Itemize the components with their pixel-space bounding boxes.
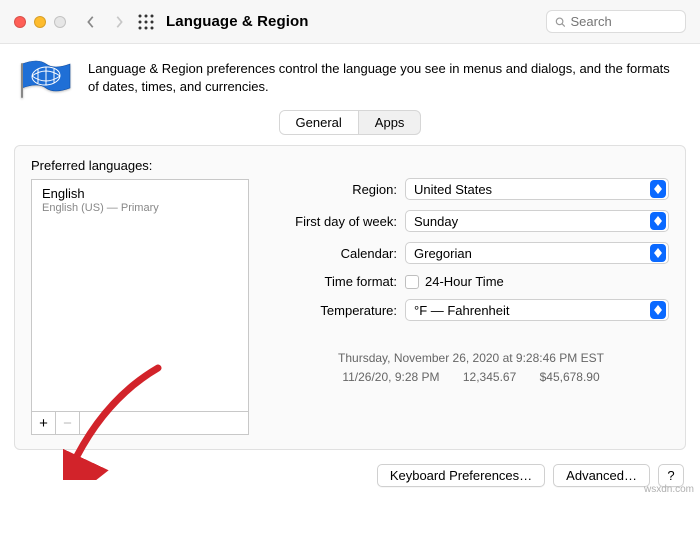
language-detail: English (US) — Primary: [42, 202, 238, 214]
calendar-label: Calendar:: [273, 246, 405, 261]
24-hour-checkbox[interactable]: [405, 275, 419, 289]
first-day-select[interactable]: Sunday: [405, 210, 669, 232]
tab-apps[interactable]: Apps: [359, 111, 421, 134]
format-example: Thursday, November 26, 2020 at 9:28:46 P…: [273, 349, 669, 387]
search-icon: [555, 16, 565, 28]
nav-arrows: [84, 15, 126, 29]
settings-panel: Preferred languages: English English (US…: [14, 145, 686, 450]
watermark: wsxdn.com: [644, 484, 694, 495]
preferred-languages-label: Preferred languages:: [31, 158, 249, 173]
remove-language-button[interactable]: −: [56, 412, 80, 434]
advanced-button[interactable]: Advanced…: [553, 464, 650, 487]
description-row: Language & Region preferences control th…: [0, 44, 700, 112]
description-text: Language & Region preferences control th…: [88, 60, 680, 95]
region-label: Region:: [273, 182, 405, 197]
close-window-button[interactable]: [14, 16, 26, 28]
language-region-icon: [20, 60, 72, 100]
language-name: English: [42, 186, 238, 201]
search-field[interactable]: [546, 10, 686, 33]
example-date: 11/26/20, 9:28 PM: [342, 370, 439, 384]
example-number: 12,345.67: [463, 370, 516, 384]
zoom-window-button[interactable]: [54, 16, 66, 28]
chevron-updown-icon: [650, 244, 666, 262]
example-line1: Thursday, November 26, 2020 at 9:28:46 P…: [273, 349, 669, 368]
region-value: United States: [414, 182, 492, 197]
calendar-value: Gregorian: [414, 246, 472, 261]
keyboard-preferences-button[interactable]: Keyboard Preferences…: [377, 464, 545, 487]
calendar-select[interactable]: Gregorian: [405, 242, 669, 264]
first-day-label: First day of week:: [273, 214, 405, 229]
region-select[interactable]: United States: [405, 178, 669, 200]
forward-button[interactable]: [112, 15, 126, 29]
minimize-window-button[interactable]: [34, 16, 46, 28]
temperature-value: °F — Fahrenheit: [414, 303, 510, 318]
example-currency: $45,678.90: [540, 370, 600, 384]
time-format-label: Time format:: [273, 274, 405, 289]
temperature-select[interactable]: °F — Fahrenheit: [405, 299, 669, 321]
time-format-value: 24-Hour Time: [425, 274, 504, 289]
traffic-lights: [14, 16, 66, 28]
tabs: General Apps: [279, 110, 422, 135]
chevron-updown-icon: [650, 180, 666, 198]
back-button[interactable]: [84, 15, 98, 29]
language-list-actions: + −: [32, 411, 248, 434]
chevron-updown-icon: [650, 301, 666, 319]
show-all-icon[interactable]: [138, 14, 154, 30]
chevron-updown-icon: [650, 212, 666, 230]
footer-buttons: Keyboard Preferences… Advanced… ?: [0, 450, 700, 501]
toolbar: Language & Region: [0, 0, 700, 44]
add-language-button[interactable]: +: [32, 412, 56, 434]
first-day-value: Sunday: [414, 214, 458, 229]
list-item[interactable]: English English (US) — Primary: [32, 180, 248, 222]
window-title: Language & Region: [166, 13, 309, 30]
tab-general[interactable]: General: [280, 111, 359, 134]
language-list[interactable]: English English (US) — Primary + −: [31, 179, 249, 435]
temperature-label: Temperature:: [273, 303, 405, 318]
search-input[interactable]: [570, 14, 677, 29]
